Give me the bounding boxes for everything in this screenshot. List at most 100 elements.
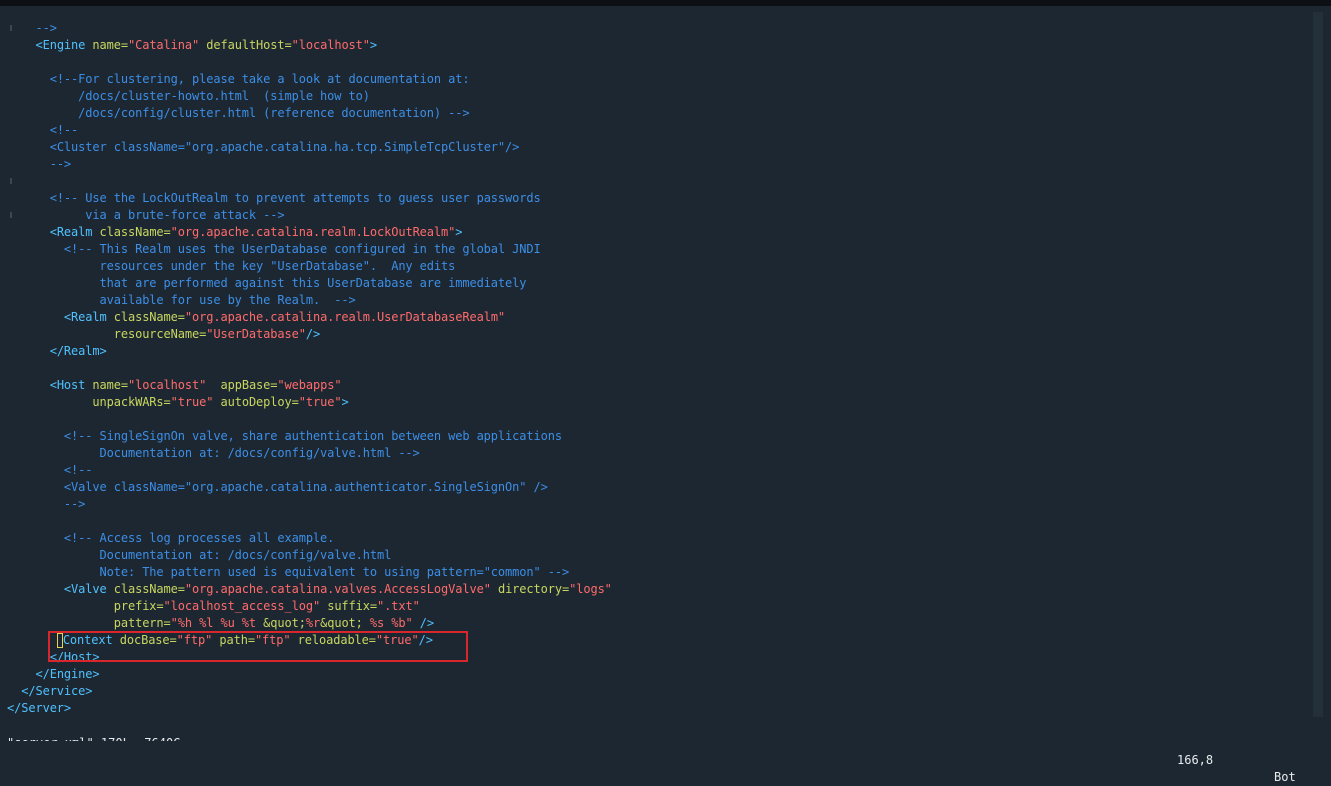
code-line[interactable]: pattern="%h %l %u %t &quot;%r&quot; %s %…	[7, 615, 434, 632]
code-token: /docs/cluster-howto.html (simple how to)	[78, 89, 370, 103]
code-line[interactable]: via a brute-force attack -->	[7, 207, 284, 224]
code-token: -->	[35, 21, 57, 35]
code-token: <Valve className="org.apache.catalina.au…	[63, 480, 548, 494]
code-line[interactable]: </Realm>	[7, 343, 107, 360]
code-token: name=	[92, 38, 128, 52]
code-line[interactable]: </Service>	[7, 683, 92, 700]
code-token: that are performed against this UserData…	[99, 276, 527, 290]
code-token: directory=	[497, 582, 570, 596]
code-token: "org.apache.catalina.realm.LockOutRealm"	[170, 225, 456, 239]
code-token: autoDeploy=	[220, 395, 299, 409]
code-line[interactable]: <!-- Access log processes all example.	[7, 530, 334, 547]
code-line[interactable]: </Engine>	[7, 666, 99, 683]
code-line[interactable]: /docs/cluster-howto.html (simple how to)	[7, 88, 370, 105]
code-line[interactable]: <!--	[7, 462, 93, 479]
code-token: available for use by the Realm. -->	[99, 293, 356, 307]
code-token: </Server>	[7, 701, 72, 715]
code-token: >	[369, 38, 378, 52]
code-token: appBase=	[220, 378, 278, 392]
code-token: <!--	[49, 123, 79, 137]
code-token: className=	[113, 310, 185, 324]
code-line[interactable]: available for use by the Realm. -->	[7, 292, 356, 309]
code-line[interactable]: that are performed against this UserData…	[7, 275, 527, 292]
code-token: "%h %l %u %t	[170, 616, 264, 630]
code-line[interactable]: /docs/config/cluster.html (reference doc…	[7, 105, 469, 122]
code-line[interactable]: </Server>	[7, 700, 71, 717]
code-token: resourceName=	[113, 327, 207, 341]
code-line[interactable]: <!-- This Realm uses the UserDatabase co…	[7, 241, 541, 258]
code-line[interactable]: <Cluster className="org.apache.catalina.…	[7, 139, 520, 156]
code-token: "true"	[375, 633, 419, 647]
code-token: defaultHost=	[206, 38, 292, 52]
code-line[interactable]: <Realm className="org.apache.catalina.re…	[7, 309, 505, 326]
code-token: />	[412, 616, 434, 630]
code-token: "UserDatabase"	[206, 327, 306, 341]
code-line[interactable]: resourceName="UserDatabase"/>	[7, 326, 320, 343]
code-token: <Valve	[63, 582, 114, 596]
code-line[interactable]: resources under the key "UserDatabase". …	[7, 258, 456, 275]
code-token: docBase=	[119, 633, 177, 647]
code-token: "localhost"	[127, 378, 207, 392]
code-token: "org.apache.catalina.realm.UserDatabaseR…	[184, 310, 506, 324]
code-token: <!-- This Realm uses the UserDatabase co…	[63, 242, 541, 256]
code-token: "localhost"	[291, 38, 370, 52]
code-line[interactable]: Context docBase="ftp" path="ftp" reloada…	[7, 632, 433, 649]
code-token: <!-- SingleSignOn valve, share authentic…	[63, 429, 562, 443]
code-line[interactable]: -->	[7, 20, 57, 37]
code-line[interactable]: Documentation at: /docs/config/valve.htm…	[7, 547, 392, 564]
code-token: &quot;	[320, 616, 363, 630]
code-line[interactable]: prefix="localhost_access_log" suffix=".t…	[7, 598, 420, 615]
window-top-bar	[0, 0, 1331, 6]
code-line[interactable]: <Realm className="org.apache.catalina.re…	[7, 224, 463, 241]
code-line[interactable]: <!--	[7, 122, 79, 139]
gutter-marker	[10, 212, 12, 218]
code-token: </Host>	[49, 650, 100, 664]
code-token: /docs/config/cluster.html (reference doc…	[78, 106, 470, 120]
code-line[interactable]: Documentation at: /docs/config/valve.htm…	[7, 445, 420, 462]
code-line[interactable]: Note: The pattern used is equivalent to …	[7, 564, 570, 581]
code-line[interactable]: <Host name="localhost" appBase="webapps"	[7, 377, 342, 394]
code-line[interactable]: <Engine name="Catalina" defaultHost="loc…	[7, 37, 377, 54]
code-token: -->	[49, 157, 72, 171]
code-token: "logs"	[569, 582, 612, 596]
code-line[interactable]: <!-- SingleSignOn valve, share authentic…	[7, 428, 562, 445]
code-line[interactable]: -->	[7, 156, 71, 173]
code-token: className=	[99, 225, 171, 239]
code-token: >	[455, 225, 463, 239]
code-line[interactable]: unpackWARs="true" autoDeploy="true">	[7, 394, 348, 411]
code-line[interactable]: <Valve className="org.apache.catalina.au…	[7, 479, 548, 496]
gutter-marker	[10, 25, 12, 31]
code-token: unpackWARs=	[92, 395, 171, 409]
code-token: "true"	[170, 395, 214, 409]
code-token: </Realm>	[49, 344, 107, 358]
code-line[interactable]: </Host>	[7, 649, 100, 666]
code-line[interactable]: -->	[7, 496, 85, 513]
code-line[interactable]: <!-- Use the LockOutRealm to prevent att…	[7, 190, 541, 207]
code-line[interactable]: <!--For clustering, please take a look a…	[7, 71, 470, 88]
vertical-scrollbar[interactable]	[1313, 12, 1323, 717]
code-token: />	[305, 327, 321, 341]
code-line[interactable]: <Valve className="org.apache.catalina.va…	[7, 581, 612, 598]
